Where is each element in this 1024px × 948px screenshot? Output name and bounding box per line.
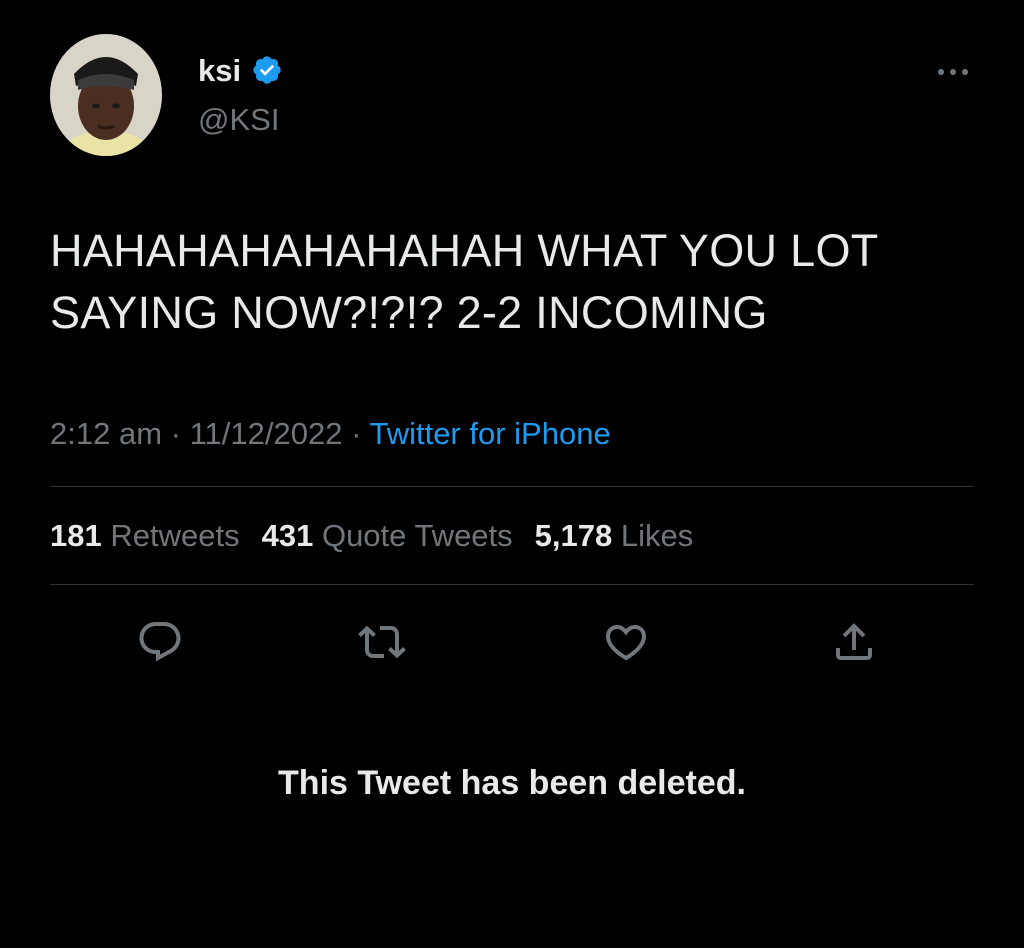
like-button[interactable] bbox=[602, 618, 650, 666]
tweet-meta: 2:12 am · 11/12/2022 · Twitter for iPhon… bbox=[50, 416, 611, 452]
meta-separator: · bbox=[170, 416, 181, 451]
tweet-date[interactable]: 11/12/2022 bbox=[190, 416, 343, 451]
verified-badge-icon bbox=[253, 56, 281, 84]
divider bbox=[50, 584, 974, 585]
display-name[interactable]: ksi bbox=[198, 54, 283, 86]
retweets-stat[interactable]: 181 Retweets bbox=[50, 518, 240, 554]
more-options-icon[interactable] bbox=[933, 62, 973, 82]
share-button[interactable] bbox=[830, 618, 878, 666]
tweet-text: HAHAHAHAHAHAHAH WHAT YOU LOT SAYING NOW?… bbox=[50, 225, 878, 338]
quote-tweets-label: Quote Tweets bbox=[321, 518, 513, 553]
quote-tweets-count: 431 bbox=[261, 518, 314, 553]
likes-stat[interactable]: 5,178 Likes bbox=[535, 518, 694, 554]
divider bbox=[50, 486, 974, 487]
likes-count: 5,178 bbox=[534, 518, 613, 553]
retweet-icon bbox=[358, 625, 406, 659]
tweet-time[interactable]: 2:12 am bbox=[50, 416, 162, 451]
display-name-text[interactable]: ksi bbox=[198, 55, 241, 86]
reply-button[interactable] bbox=[136, 618, 184, 666]
profile-photo-icon bbox=[50, 34, 162, 156]
quote-tweets-stat[interactable]: 431 Quote Tweets bbox=[262, 518, 513, 554]
meta-separator: · bbox=[351, 416, 362, 451]
retweet-button[interactable] bbox=[358, 618, 406, 666]
tweet-stats: 181 Retweets 431 Quote Tweets 5,178 Like… bbox=[50, 518, 693, 554]
tweet-page: ksi @KSI HAHAHAHAHAHAHAH WHAT YOU LOT SA… bbox=[0, 0, 1024, 948]
likes-label: Likes bbox=[620, 518, 694, 553]
avatar[interactable] bbox=[50, 34, 162, 156]
retweets-label: Retweets bbox=[110, 518, 240, 553]
user-handle[interactable]: @KSI bbox=[198, 104, 279, 135]
like-icon bbox=[605, 625, 647, 661]
tweet-source-link[interactable]: Twitter for iPhone bbox=[369, 416, 610, 451]
reply-icon bbox=[139, 622, 181, 662]
deleted-notice: This Tweet has been deleted. bbox=[278, 764, 746, 802]
retweets-count: 181 bbox=[50, 518, 102, 553]
share-icon bbox=[836, 623, 872, 660]
